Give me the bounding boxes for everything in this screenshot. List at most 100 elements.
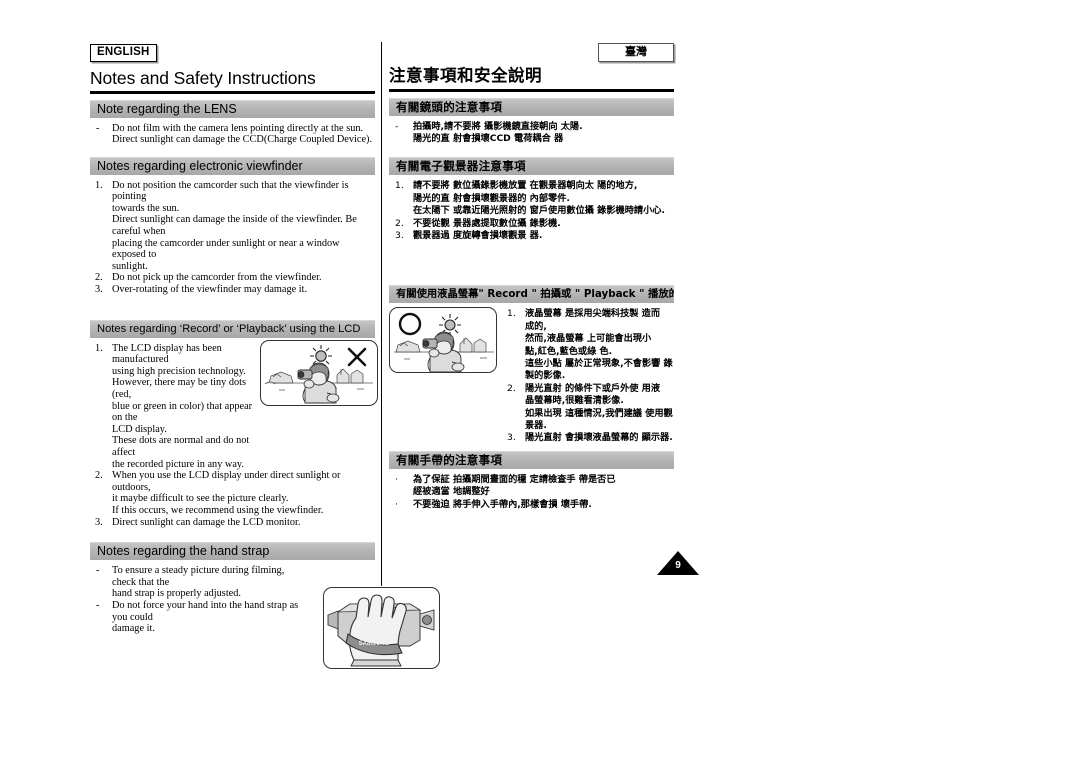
list-line: Do not position the camcorder such that …: [112, 179, 349, 203]
list-line: sunlight.: [112, 260, 148, 272]
section-heading-lcd: Notes regarding ‘Record’ or ‘Playback’ u…: [90, 319, 375, 338]
list-marker: 3.: [95, 284, 103, 296]
list-line: Over-rotating of the viewfinder may dama…: [112, 284, 308, 296]
notes-list-lcd: 1. The LCD display has been manufactured…: [90, 343, 258, 471]
scenery-right: [336, 368, 364, 383]
list-line: 這些小點 屬於正常現象,不會影響 錄: [525, 357, 673, 369]
list-marker: 2.: [507, 382, 516, 394]
list-line: hand strap is properly adjusted.: [112, 588, 241, 600]
notes-list-lens-zh: - 拍攝時,請不要將 攝影機鏡直接朝向 太陽. 陽光的直 射會損壞CCD 電荷耦…: [389, 121, 674, 146]
lcd-text-chinese: 1. 液晶螢幕 是採用尖端科技製 造而 成的, 然而,液晶螢幕 上可能會出現小 …: [501, 308, 674, 444]
list-marker: ·: [395, 473, 398, 485]
list-line: 陽光直射 會損壞液晶螢幕的 顯示器.: [525, 432, 673, 444]
notes-list-lcd-zh: 1. 液晶螢幕 是採用尖端科技製 造而 成的, 然而,液晶螢幕 上可能會出現小 …: [501, 308, 674, 444]
list-item: 2. Do not pick up the camcorder from the…: [90, 272, 375, 284]
section-body-hand-strap-zh: · 為了保証 拍攝期間畫面的穩 定請檢查手 帶是否已 經被適當 地調整好 · 不…: [389, 469, 674, 511]
scenery-left: [395, 340, 421, 353]
section-body-viewfinder-zh: 1. 請不要將 數位攝錄影機放置 在觀景器朝向太 陽的地方, 陽光的直 射會損壞…: [389, 175, 674, 242]
circle-mark-icon: [398, 313, 422, 336]
list-marker: 1.: [95, 342, 103, 354]
list-item: 3. 觀景器過 度旋轉會損壞觀景 器.: [389, 230, 674, 242]
list-line: placing the camcorder under sunlight or …: [112, 237, 340, 261]
list-item: 2. 陽光直射 的條件下或戶外使 用液 晶螢幕時,很難看清影像. 如果出現 這種…: [501, 383, 674, 433]
page-number-badge: 9: [657, 551, 699, 575]
list-line: 製的影像.: [525, 370, 566, 382]
list-marker: 3.: [95, 516, 103, 528]
list-line: 不要強迫 將手伸入手帶內,那樣會損 壞手帶.: [413, 498, 592, 510]
figure-lcd-allowed: [389, 307, 497, 374]
list-marker: 1.: [507, 308, 516, 320]
list-line: Do not pick up the camcorder from the vi…: [112, 272, 322, 284]
list-marker: -: [395, 120, 399, 132]
list-item: - 拍攝時,請不要將 攝影機鏡直接朝向 太陽. 陽光的直 射會損壞CCD 電荷耦…: [389, 121, 674, 146]
list-item: · 為了保証 拍攝期間畫面的穩 定請檢查手 帶是否已 經被適當 地調整好: [389, 474, 674, 499]
list-marker: 2.: [95, 470, 103, 482]
section-body-viewfinder: 1. Do not position the camcorder such th…: [90, 175, 375, 296]
list-marker: 2.: [395, 217, 404, 229]
list-line: 拍攝時,請不要將 攝影機鏡直接朝向 太陽.: [413, 120, 583, 132]
notes-list-lens: - Do not film with the camera lens point…: [90, 123, 375, 146]
list-marker: 3.: [507, 432, 516, 444]
list-marker: -: [96, 565, 100, 577]
list-line: 成的,: [525, 320, 547, 332]
section-body-lcd: 1. The LCD display has been manufactured…: [90, 338, 378, 529]
chinese-language-badge-row: 臺灣: [389, 42, 674, 62]
section-heading-viewfinder-zh: 有關電子觀景器注意事項: [389, 157, 674, 176]
list-line: the recorded picture in any way.: [112, 458, 244, 470]
list-item: 1. 請不要將 數位攝錄影機放置 在觀景器朝向太 陽的地方, 陽光的直 射會損壞…: [389, 180, 674, 217]
language-badge-english: ENGLISH: [90, 44, 157, 62]
list-line: Direct sunlight can damage the LCD monit…: [112, 516, 301, 528]
list-line: 然而,液晶螢幕 上可能會出現小: [525, 333, 652, 345]
section-body-lens-zh: - 拍攝時,請不要將 攝影機鏡直接朝向 太陽. 陽光的直 射會損壞CCD 電荷耦…: [389, 116, 674, 146]
list-line: 在太陽下 或靠近陽光照射的 窗戶使用數位攝 錄影機時請小心.: [413, 205, 665, 217]
list-item: 2. When you use the LCD display under di…: [90, 470, 375, 516]
list-item: 2. 不要從觀 景器處提取數位攝 錄影機.: [389, 218, 674, 230]
list-item: 1. 液晶螢幕 是採用尖端科技製 造而 成的, 然而,液晶螢幕 上可能會出現小 …: [501, 308, 674, 382]
page-number-value: 9: [675, 560, 681, 571]
section-heading-lens: Note regarding the LENS: [90, 99, 375, 118]
list-line: 觀景器過 度旋轉會損壞觀景 器.: [413, 229, 543, 241]
list-line: To ensure a steady picture during filmin…: [112, 565, 285, 588]
list-item: 1. Do not position the camcorder such th…: [90, 180, 375, 273]
list-item: 1. The LCD display has been manufactured…: [90, 343, 258, 471]
notes-list-hand-strap: - To ensure a steady picture during film…: [90, 565, 305, 635]
list-line: 為了保証 拍攝期間畫面的穩 定請檢查手 帶是否已: [413, 473, 616, 485]
section-heading-lcd-zh: 有關使用液晶螢幕" Record " 拍攝或 " Playback " 播放的注…: [389, 285, 674, 304]
cross-mark-icon: [347, 347, 367, 366]
list-line: 晶螢幕時,很難看清影像.: [525, 395, 624, 407]
list-line: towards the sun.: [112, 202, 180, 214]
figure-lcd-forbidden: [260, 339, 378, 406]
list-marker: 1.: [95, 179, 103, 191]
list-item: - Do not force your hand into the hand s…: [90, 600, 305, 635]
person-figure: [422, 331, 465, 373]
notes-list-lcd-rest: 2. When you use the LCD display under di…: [90, 470, 375, 528]
notes-list-viewfinder: 1. Do not position the camcorder such th…: [90, 180, 375, 296]
list-marker: 1.: [395, 180, 404, 192]
list-line: Direct sunlight can damage the CCD(Charg…: [112, 134, 373, 146]
list-line: 不要從觀 景器處提取數位攝 錄影機.: [413, 217, 561, 229]
list-item: 3. Direct sunlight can damage the LCD mo…: [90, 517, 375, 529]
lcd-text-english: 1. The LCD display has been manufactured…: [90, 343, 258, 471]
list-line: 陽光的直 射會損壞CCD 電荷耦合 器: [413, 132, 564, 144]
figure-lcd-forbidden-art: [264, 344, 373, 404]
list-line: These dots are normal and do not affect: [112, 435, 250, 458]
list-marker: -: [96, 122, 100, 134]
section-body-lens: - Do not film with the camera lens point…: [90, 118, 375, 146]
figure-lcd-allowed-art: [394, 313, 494, 373]
list-line: it maybe difficult to see the picture cl…: [112, 493, 289, 505]
person-figure: [297, 362, 340, 404]
list-item: 3. Over-rotating of the viewfinder may d…: [90, 284, 375, 296]
section-body-hand-strap: - To ensure a steady picture during film…: [90, 560, 440, 670]
list-line: The LCD display has been manufactured: [112, 342, 222, 366]
list-line: However, there may be tiny dots (red,: [112, 377, 246, 400]
figure-hand-strap-art: SAMSUNG: [327, 594, 435, 667]
section-heading-hand-strap-zh: 有關手帶的注意事項: [389, 450, 674, 469]
notes-list-hand-strap-zh: · 為了保証 拍攝期間畫面的穩 定請檢查手 帶是否已 經被適當 地調整好 · 不…: [389, 474, 674, 511]
list-line: Do not force your hand into the hand str…: [112, 599, 299, 623]
list-line: 液晶螢幕 是採用尖端科技製 造而: [525, 308, 661, 320]
list-line: Direct sunlight can damage the inside of…: [112, 214, 357, 238]
list-line: blue or green in color) that appear on t…: [112, 400, 253, 424]
list-item: 3. 陽光直射 會損壞液晶螢幕的 顯示器.: [501, 432, 674, 444]
list-marker: ·: [395, 498, 398, 510]
list-line: 請不要將 數位攝錄影機放置 在觀景器朝向太 陽的地方,: [413, 180, 638, 192]
